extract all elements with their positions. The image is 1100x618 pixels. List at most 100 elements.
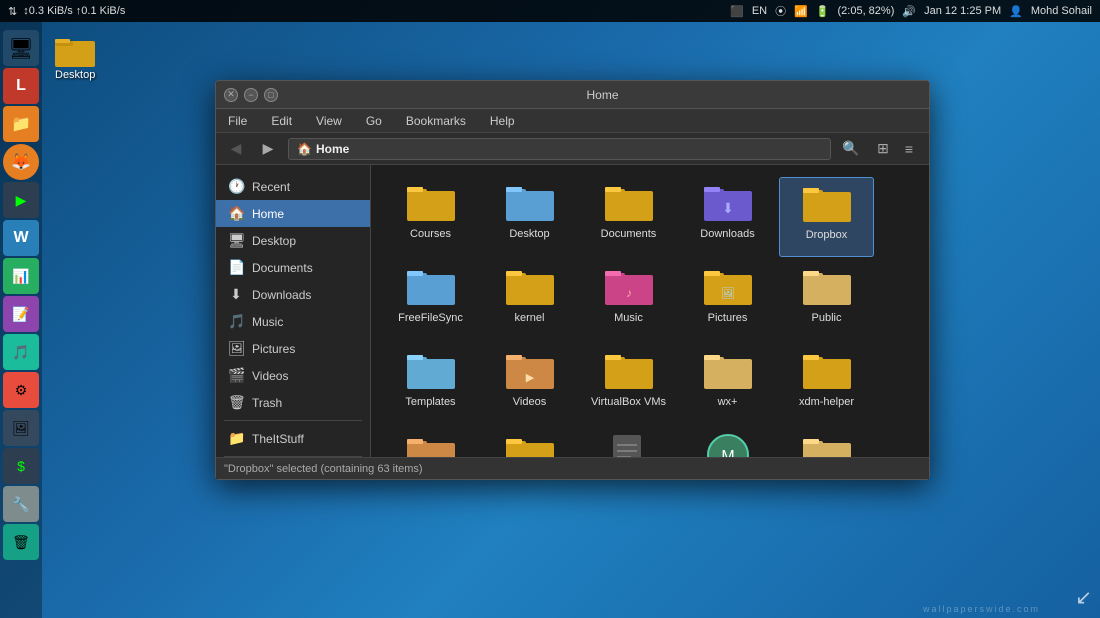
home-icon: 🏠 <box>228 205 244 222</box>
location-bar[interactable]: 🏠 Home <box>288 138 831 160</box>
sidebar-item-music[interactable]: 🎵 Music <box>216 308 370 335</box>
menu-file[interactable]: File <box>224 112 251 130</box>
sidebar-item-pictures[interactable]: 🖼 Pictures <box>216 335 370 362</box>
status-text: "Dropbox" selected (containing 63 items) <box>224 463 423 475</box>
svg-text:⬇: ⬇ <box>722 200 734 216</box>
dock-icon-1[interactable]: 🖥 <box>3 30 39 66</box>
file-item[interactable]: Examples <box>482 429 577 457</box>
file-item[interactable]: FreeFileSync <box>383 261 478 341</box>
file-name: Public <box>812 311 842 325</box>
sidebar-label-pictures: Pictures <box>252 342 295 356</box>
sidebar-item-downloads[interactable]: ⬇ Downloads <box>216 281 370 308</box>
battery-status: (2:05, 82%) <box>838 5 895 17</box>
back-button[interactable]: ◀ <box>224 137 248 161</box>
file-item[interactable]: ▶ Videos <box>482 345 577 425</box>
location-text: Home <box>316 142 349 156</box>
file-name: Pictures <box>708 311 748 325</box>
dock-icon-4[interactable]: 🦊 <box>3 144 39 180</box>
sidebar-separator <box>224 420 362 421</box>
dock-icon-14[interactable]: 🗑 <box>3 524 39 560</box>
battery-icon: 🔋 <box>816 5 830 18</box>
file-item[interactable]: hs_err_pid1922.log <box>581 429 676 457</box>
menu-bookmarks[interactable]: Bookmarks <box>402 112 470 130</box>
scroll-arrow: ↙ <box>1075 585 1092 610</box>
file-name: Dropbox <box>806 228 848 242</box>
dock-icon-8[interactable]: 📝 <box>3 296 39 332</box>
file-item[interactable]: 🖼 Pictures <box>680 261 775 341</box>
file-item[interactable]: Documents <box>581 177 676 257</box>
sidebar-item-videos[interactable]: 🎬 Videos <box>216 362 370 389</box>
network-wifi-icon: 📶 <box>794 5 808 18</box>
file-name: kernel <box>515 311 545 325</box>
menu-go[interactable]: Go <box>362 112 386 130</box>
dock-icon-13[interactable]: 🔧 <box>3 486 39 522</box>
sidebar-label-desktop: Desktop <box>252 234 296 248</box>
close-button[interactable]: ✕ <box>224 88 238 102</box>
file-item[interactable]: M mintlogo-color.svg <box>680 429 775 457</box>
file-manager-window: ✕ − □ Home File Edit View Go Bookmarks H… <box>215 80 930 480</box>
dock-icon-10[interactable]: ⚙ <box>3 372 39 408</box>
file-icon <box>803 435 851 457</box>
sidebar-label-home: Home <box>252 207 284 221</box>
list-view-button[interactable]: ≡ <box>897 137 921 161</box>
grid-view-button[interactable]: ⊞ <box>871 137 895 161</box>
file-name: Courses <box>410 227 451 241</box>
file-item[interactable]: sandvpersonal. <box>779 429 874 457</box>
file-item[interactable]: ♪ Music <box>581 261 676 341</box>
file-item[interactable]: Dropbox <box>779 177 874 257</box>
dock-icon-6[interactable]: W <box>3 220 39 256</box>
dock-icon-7[interactable]: 📊 <box>3 258 39 294</box>
file-icon: 🖼 <box>704 267 752 307</box>
svg-text:M: M <box>721 448 734 457</box>
dock-icon-3[interactable]: 📁 <box>3 106 39 142</box>
keyboard-icon: EN <box>752 5 767 17</box>
maximize-button[interactable]: □ <box>264 88 278 102</box>
file-item[interactable]: zen <box>383 429 478 457</box>
file-item[interactable]: kernel <box>482 261 577 341</box>
sidebar-label-videos: Videos <box>252 369 288 383</box>
taskbar-right: ⬛ EN ⦿ 📶 🔋 (2:05, 82%) 🔊 Jan 12 1:25 PM … <box>730 3 1092 19</box>
sidebar-item-desktop[interactable]: 🖥 Desktop <box>216 227 370 254</box>
file-name: Desktop <box>509 227 549 241</box>
dock-icon-9[interactable]: 🎵 <box>3 334 39 370</box>
volume-icon: 🔊 <box>902 5 916 18</box>
sidebar-item-theitstuff[interactable]: 📁 TheItStuff <box>216 425 370 452</box>
file-item[interactable]: wx+ <box>680 345 775 425</box>
file-item[interactable]: Public <box>779 261 874 341</box>
file-item[interactable]: VirtualBox VMs <box>581 345 676 425</box>
minimize-button[interactable]: − <box>244 88 258 102</box>
file-name: xdm-helper <box>799 395 854 409</box>
search-button[interactable]: 🔍 <box>839 137 863 161</box>
file-icon: ⬇ <box>704 183 752 223</box>
file-item[interactable]: Desktop <box>482 177 577 257</box>
file-icon: ♪ <box>605 267 653 307</box>
sidebar-item-home[interactable]: 🏠 Home <box>216 200 370 227</box>
menu-bar: File Edit View Go Bookmarks Help <box>216 109 929 133</box>
file-icon <box>803 267 851 307</box>
file-item[interactable]: Templates <box>383 345 478 425</box>
dock-icon-11[interactable]: 🖼 <box>3 410 39 446</box>
documents-icon: 📄 <box>228 259 244 276</box>
display-icon: ⬛ <box>730 5 744 18</box>
menu-view[interactable]: View <box>312 112 346 130</box>
file-icon <box>506 267 554 307</box>
sidebar-item-trash[interactable]: 🗑 Trash <box>216 389 370 416</box>
forward-button[interactable]: ▶ <box>256 137 280 161</box>
toolbar: ◀ ▶ 🏠 Home 🔍 ⊞ ≡ <box>216 133 929 165</box>
file-item[interactable]: xdm-helper <box>779 345 874 425</box>
sidebar-item-documents[interactable]: 📄 Documents <box>216 254 370 281</box>
desktop-folder[interactable]: Desktop <box>55 35 95 81</box>
file-item[interactable]: Courses <box>383 177 478 257</box>
dock-icon-12[interactable]: $ <box>3 448 39 484</box>
recent-icon: 🕐 <box>228 178 244 195</box>
music-icon: 🎵 <box>228 313 244 330</box>
sidebar-item-recent[interactable]: 🕐 Recent <box>216 173 370 200</box>
dock-icon-2[interactable]: L <box>3 68 39 104</box>
dock-icon-5[interactable]: ▶ <box>3 182 39 218</box>
menu-help[interactable]: Help <box>486 112 519 130</box>
menu-edit[interactable]: Edit <box>267 112 296 130</box>
sidebar: 🕐 Recent 🏠 Home 🖥 Desktop 📄 Documents ⬇ <box>216 165 371 457</box>
window-title: Home <box>284 88 921 102</box>
view-buttons: ⊞ ≡ <box>871 137 921 161</box>
file-item[interactable]: ⬇ Downloads <box>680 177 775 257</box>
